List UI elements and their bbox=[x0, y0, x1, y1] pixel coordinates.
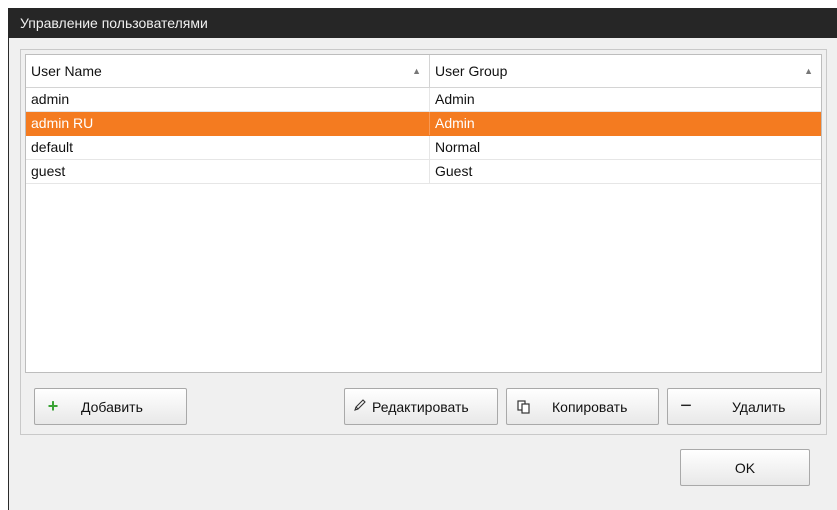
cell-user-group: Guest bbox=[435, 163, 473, 179]
pencil-icon bbox=[352, 398, 368, 415]
sort-ascending-icon: ▲ bbox=[804, 66, 813, 76]
add-user-button[interactable]: + Добавить bbox=[34, 388, 187, 425]
column-header-user-group[interactable]: User Group ▲ bbox=[430, 55, 821, 87]
delete-user-button-label: Удалить bbox=[732, 398, 786, 415]
edit-user-button[interactable]: Редактировать bbox=[344, 388, 498, 425]
sort-ascending-icon: ▲ bbox=[412, 66, 421, 76]
window-title-bar: Управление пользователями bbox=[8, 8, 837, 38]
table-header: User Name ▲ User Group ▲ bbox=[26, 55, 821, 88]
cell-user-group: Normal bbox=[435, 139, 481, 155]
cell-user-name: default bbox=[26, 136, 430, 159]
edit-user-button-label: Редактировать bbox=[372, 398, 469, 415]
table-row[interactable]: admin Admin bbox=[26, 88, 821, 112]
window-title: Управление пользователями bbox=[20, 15, 208, 31]
column-header-label: User Group bbox=[435, 63, 508, 79]
cell-user-name: guest bbox=[26, 160, 430, 183]
copy-user-button[interactable]: Копировать bbox=[506, 388, 659, 425]
ok-button-label: OK bbox=[734, 459, 756, 476]
delete-user-button[interactable]: − Удалить bbox=[667, 388, 821, 425]
table-row-selected[interactable]: admin RU Admin bbox=[26, 112, 821, 136]
table-row[interactable]: default Normal bbox=[26, 136, 821, 160]
user-management-dialog: User Name ▲ User Group ▲ admin Admin adm… bbox=[8, 38, 837, 510]
minus-icon: − bbox=[680, 395, 692, 417]
plus-icon: + bbox=[47, 396, 59, 416]
ok-button[interactable]: OK bbox=[680, 449, 810, 486]
cell-user-group: Admin bbox=[435, 115, 475, 131]
copy-user-button-label: Копировать bbox=[552, 398, 628, 415]
users-table[interactable]: User Name ▲ User Group ▲ admin Admin adm… bbox=[25, 54, 822, 373]
column-header-label: User Name bbox=[31, 63, 102, 79]
cell-user-name: admin RU bbox=[26, 112, 430, 135]
add-user-button-label: Добавить bbox=[81, 398, 143, 415]
table-row[interactable]: guest Guest bbox=[26, 160, 821, 184]
users-group-box: User Name ▲ User Group ▲ admin Admin adm… bbox=[20, 49, 827, 435]
copy-icon bbox=[516, 398, 532, 415]
cell-user-name: admin bbox=[26, 88, 430, 111]
column-header-user-name[interactable]: User Name ▲ bbox=[26, 55, 430, 87]
cell-user-group: Admin bbox=[435, 91, 475, 107]
